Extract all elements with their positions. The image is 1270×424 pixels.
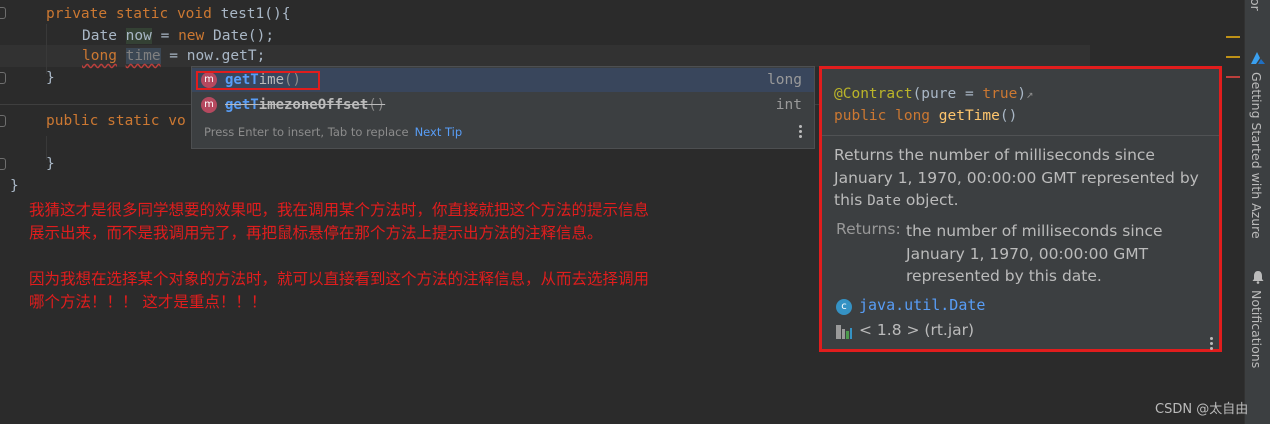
class-icon: c <box>836 299 852 315</box>
right-toolwindow-bar: or Getting Started with Azure Notificati… <box>1244 0 1270 424</box>
watermark: CSDN @太自由 <box>1155 402 1249 417</box>
method-declaration: test1(){ <box>220 6 291 22</box>
completion-item[interactable]: m getTimezoneOffset() int <box>192 93 814 117</box>
annotation-line: 我猜这才是很多同学想要的效果吧，我在调用某个方法时，你直接就把这个方法的提示信息 <box>29 201 650 219</box>
code-line-5[interactable]: public static vo <box>46 110 186 132</box>
closing-brace: } <box>46 70 55 86</box>
footer-hint: Press Enter to insert, Tab to replace <box>204 125 409 139</box>
next-tip-link[interactable]: Next Tip <box>415 125 463 139</box>
warning-marker[interactable] <box>1226 56 1240 58</box>
completion-item-type: int <box>775 97 802 113</box>
doc-more-options-icon[interactable] <box>1210 337 1214 352</box>
fold-marker-icon[interactable] <box>0 158 6 170</box>
fold-marker-icon[interactable] <box>0 72 6 84</box>
azure-icon <box>1251 52 1265 64</box>
completion-popup: m getTime() long m getTimezoneOffset() i… <box>191 66 815 149</box>
constructor-call: Date(); <box>204 28 275 44</box>
code-line-6[interactable]: } <box>46 153 55 175</box>
editor-scrollbar[interactable] <box>1222 0 1244 424</box>
annotation-text: 我猜这才是很多同学想要的效果吧，我在调用某个方法时，你直接就把这个方法的提示信息… <box>29 199 809 314</box>
code-line-1[interactable]: private static void test1(){ <box>46 3 290 25</box>
method-call-partial: = now.getT; <box>160 48 266 64</box>
selection-highlight-box <box>196 71 320 90</box>
completion-item[interactable]: m getTime() long <box>192 68 814 92</box>
returns-label: Returns: <box>836 220 901 238</box>
class-link[interactable]: java.util.Date <box>859 296 985 314</box>
code-line-2[interactable]: Date now = new Date(); <box>82 25 274 47</box>
notifications-icon <box>1252 271 1264 284</box>
code-line-3[interactable]: long time = now.getT; <box>82 45 265 67</box>
method-icon: m <box>201 97 217 113</box>
type-name: Date <box>82 28 126 44</box>
more-options-icon[interactable] <box>799 125 803 140</box>
tab-getting-started-azure[interactable]: Getting Started with Azure <box>1249 72 1264 239</box>
keyword: long <box>82 48 117 64</box>
fold-marker-icon[interactable] <box>0 115 6 127</box>
method-signature: public long getTime() <box>834 108 1018 124</box>
keyword: public static vo <box>46 113 186 129</box>
error-marker[interactable] <box>1226 76 1240 78</box>
toolwindow-tab-partial[interactable]: or <box>1248 0 1263 11</box>
completion-item-name: getTimezoneOffset() <box>225 97 386 113</box>
library-info: < 1.8 > (rt.jar) <box>859 321 975 339</box>
documentation-popup: @Contract(pure = true)↗ public long getT… <box>819 66 1222 352</box>
keyword: new <box>178 28 205 44</box>
keyword: private static void <box>46 6 221 22</box>
closing-brace: } <box>10 178 19 194</box>
external-link-icon[interactable]: ↗ <box>1026 87 1033 101</box>
variable-now: now <box>125 28 152 44</box>
annotation-line: 展示出来，而不是我调用完了，再把鼠标悬停在那个方法上提示出方法的注释信息。 <box>29 224 603 242</box>
code-line-7[interactable]: } <box>10 175 19 197</box>
returns-description: the number of milliseconds since January… <box>906 222 1163 285</box>
annotation-line: 因为我想在选择某个对象的方法时，就可以直接看到这个方法的注释信息，从而去选择调用 <box>29 270 650 288</box>
completion-footer: Press Enter to insert, Tab to replace Nex… <box>204 125 462 139</box>
annotation-line: 哪个方法！！！ 这才是重点！！！ <box>29 293 267 311</box>
warning-marker[interactable] <box>1226 36 1240 38</box>
doc-signature: @Contract(pure = true)↗ public long getT… <box>822 69 1219 136</box>
contract-annotation: @Contract(pure = true)↗ <box>834 86 1034 102</box>
variable-time: time <box>125 48 161 64</box>
fold-marker-icon[interactable] <box>0 7 6 19</box>
operator: = <box>151 28 179 44</box>
doc-description: Returns the number of milliseconds since… <box>834 146 1199 209</box>
library-icon <box>836 325 852 339</box>
code-line-4[interactable]: } <box>46 67 55 89</box>
tab-notifications[interactable]: Notifications <box>1249 290 1264 368</box>
closing-brace: } <box>46 156 55 172</box>
completion-item-type: long <box>767 72 802 88</box>
